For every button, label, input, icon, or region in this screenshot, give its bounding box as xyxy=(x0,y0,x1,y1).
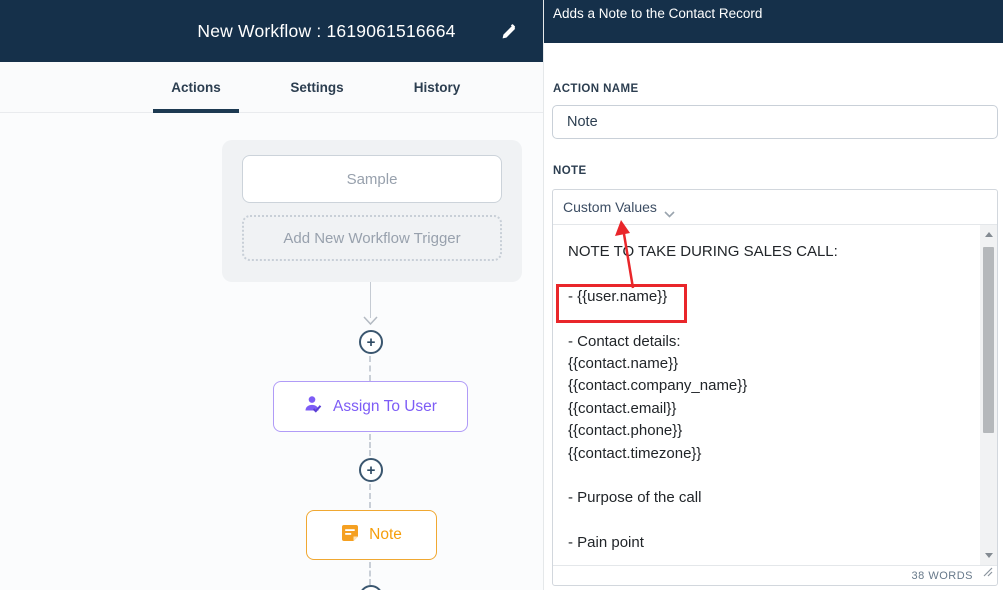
editor-scrollbar[interactable] xyxy=(980,225,997,565)
tab-actions[interactable]: Actions xyxy=(136,62,256,113)
action-name-input[interactable] xyxy=(552,105,998,139)
resize-grip-icon[interactable] xyxy=(983,564,993,582)
action-settings-panel: Adds a Note to the Contact Record ACTION… xyxy=(543,0,1003,590)
tab-history[interactable]: History xyxy=(377,62,497,113)
triangle-down-icon xyxy=(985,553,993,558)
note-icon xyxy=(341,524,359,547)
plus-icon: + xyxy=(367,335,376,350)
arrow-down-icon xyxy=(363,313,378,331)
workflow-builder-app: New Workflow : 1619061516664 Actions Set… xyxy=(0,0,1003,590)
triangle-up-icon xyxy=(985,232,993,237)
custom-values-label: Custom Values xyxy=(563,199,657,215)
action-description: Adds a Note to the Contact Record xyxy=(553,6,762,21)
workflow-title: New Workflow : 1619061516664 xyxy=(197,21,455,42)
sample-trigger-button[interactable]: Sample xyxy=(242,155,502,203)
workflow-header: New Workflow : 1619061516664 xyxy=(0,0,543,62)
tab-settings[interactable]: Settings xyxy=(257,62,377,113)
trigger-card: Sample Add New Workflow Trigger xyxy=(222,140,522,282)
connector-dashed xyxy=(369,484,371,508)
connector-dashed xyxy=(369,562,371,585)
tab-actions-label: Actions xyxy=(171,80,221,95)
custom-values-dropdown[interactable]: Custom Values xyxy=(553,190,997,225)
workflow-left-region: New Workflow : 1619061516664 Actions Set… xyxy=(0,0,543,590)
scrollbar-up-arrow[interactable] xyxy=(980,227,997,242)
add-step-button-1[interactable]: + xyxy=(359,330,383,354)
add-step-button-2[interactable]: + xyxy=(359,458,383,482)
add-new-workflow-trigger-button[interactable]: Add New Workflow Trigger xyxy=(242,215,502,261)
action-name-label: ACTION NAME xyxy=(553,83,639,95)
word-count: 38 WORDS xyxy=(912,570,973,582)
add-trigger-label: Add New Workflow Trigger xyxy=(283,230,460,247)
note-textarea[interactable]: NOTE TO TAKE DURING SALES CALL: - {{user… xyxy=(553,225,997,565)
chevron-down-icon xyxy=(664,205,675,212)
editor-status-bar: 38 WORDS xyxy=(553,565,997,586)
connector-dashed xyxy=(369,356,371,381)
tabs-bar: Actions Settings History xyxy=(0,62,543,113)
connector-dashed xyxy=(369,434,371,456)
note-text-content[interactable]: NOTE TO TAKE DURING SALES CALL: - {{user… xyxy=(553,225,980,555)
assign-user-icon xyxy=(304,395,323,418)
note-editor: Custom Values NOTE TO TAKE DURING SALES … xyxy=(552,189,998,586)
assign-to-user-node[interactable]: Assign To User xyxy=(273,381,468,432)
scrollbar-thumb[interactable] xyxy=(983,247,994,433)
note-node[interactable]: Note xyxy=(306,510,437,560)
note-node-label: Note xyxy=(369,526,402,544)
note-field-label: NOTE xyxy=(553,165,587,177)
add-step-button-3[interactable]: + xyxy=(359,585,383,590)
tab-history-label: History xyxy=(414,80,461,95)
panel-header: Adds a Note to the Contact Record xyxy=(544,0,1003,43)
plus-icon: + xyxy=(367,463,376,478)
edit-title-pencil-icon[interactable] xyxy=(501,24,517,40)
sample-trigger-label: Sample xyxy=(347,171,398,188)
workflow-canvas: Sample Add New Workflow Trigger + xyxy=(0,113,543,590)
tab-settings-label: Settings xyxy=(290,80,343,95)
assign-node-label: Assign To User xyxy=(333,398,437,416)
scrollbar-down-arrow[interactable] xyxy=(980,548,997,563)
